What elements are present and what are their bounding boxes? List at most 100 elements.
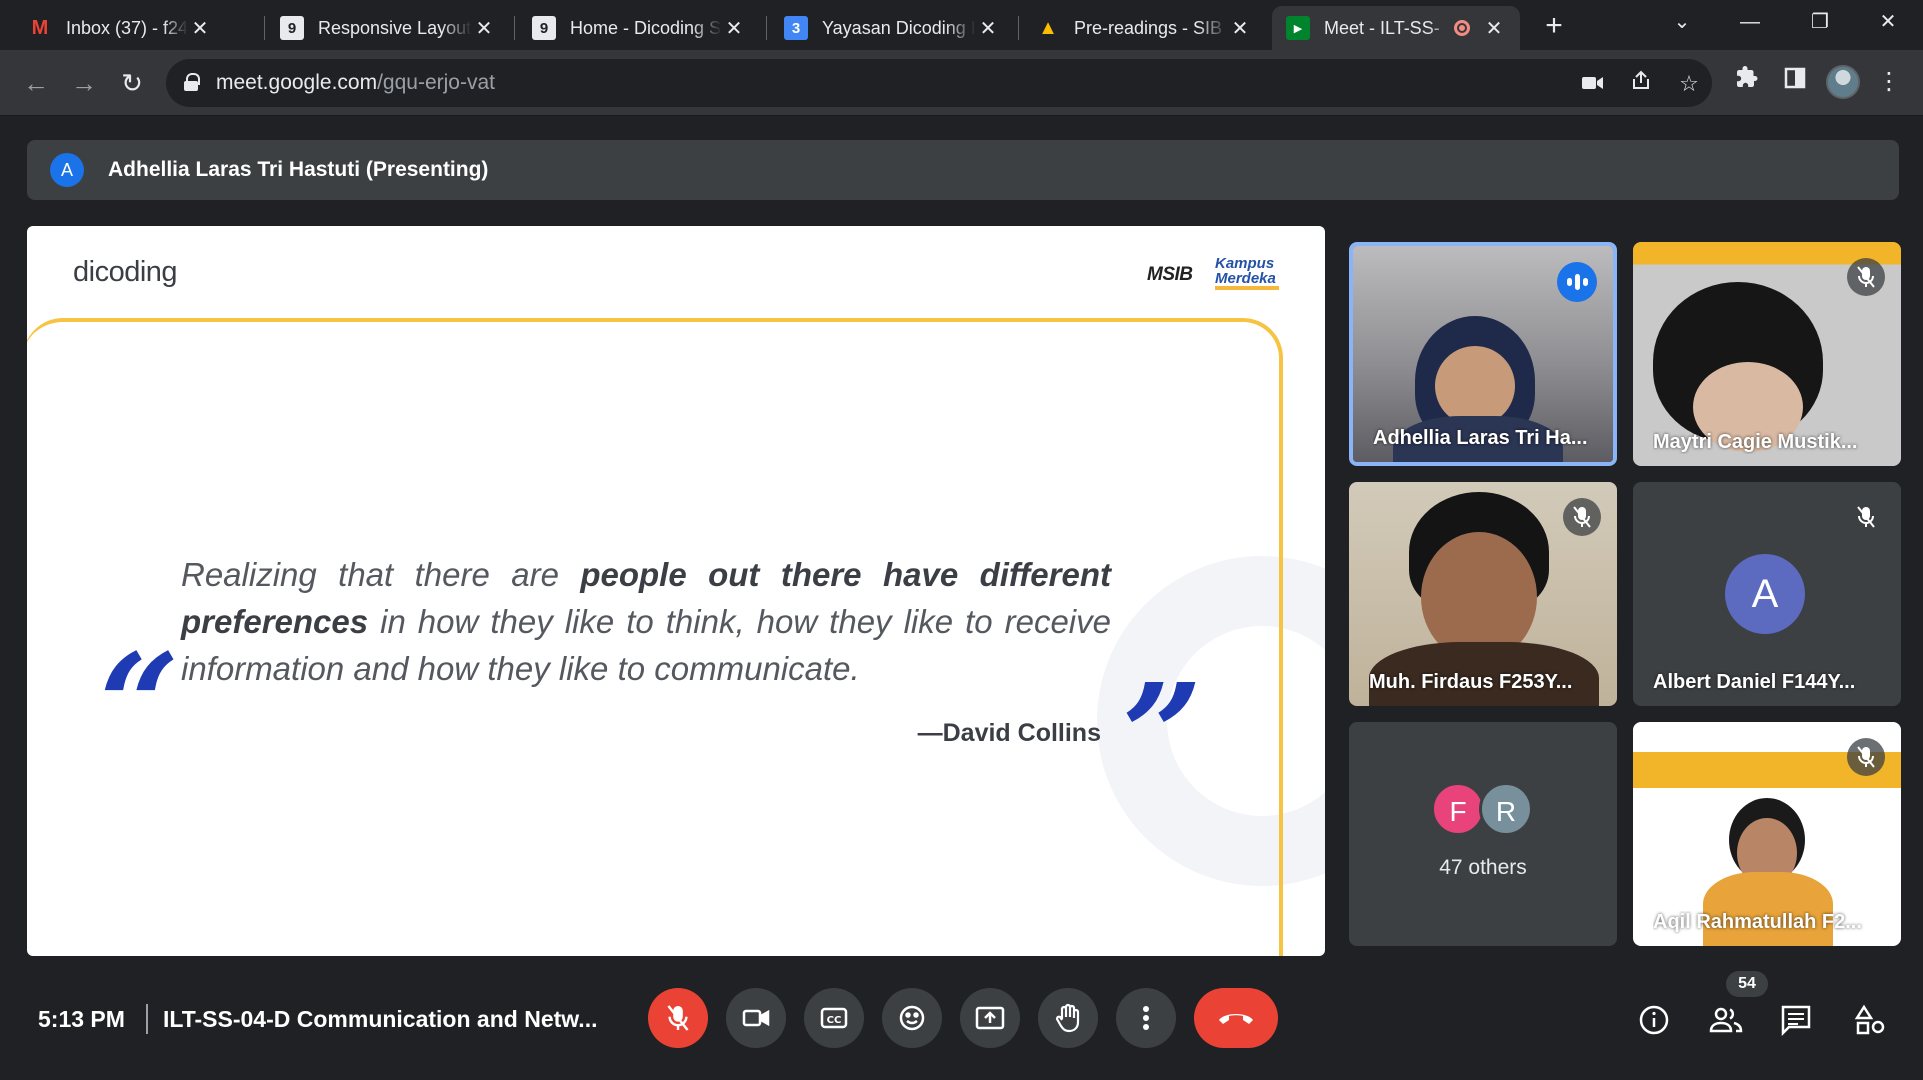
participant-tile-maytri[interactable]: Maytri Cagie Mustik...	[1633, 242, 1901, 466]
chat-button[interactable]	[1778, 1002, 1814, 1038]
profile-avatar[interactable]	[1826, 65, 1860, 99]
close-icon[interactable]: ✕	[1482, 16, 1506, 41]
people-button[interactable]	[1708, 1002, 1744, 1038]
tab-yayasan-dicoding[interactable]: 3 Yayasan Dicoding I ✕	[770, 6, 1014, 50]
restore-icon[interactable]: ❐	[1790, 0, 1850, 44]
tab-meet[interactable]: ▶ Meet - ILT-SS- ✕	[1272, 6, 1520, 50]
tab-title: Pre-readings - SIB	[1074, 17, 1223, 38]
activities-button[interactable]	[1852, 1002, 1888, 1038]
tab-home-dicoding[interactable]: 9 Home - Dicoding S ✕	[518, 6, 760, 50]
mic-off-icon	[1847, 498, 1885, 536]
mic-off-icon	[1847, 258, 1885, 296]
microphone-toggle-button[interactable]	[648, 988, 708, 1048]
dicoding-icon: 9	[532, 16, 556, 40]
close-icon[interactable]: ✕	[976, 16, 1000, 41]
msib-logo: MSIB	[1147, 264, 1193, 285]
tab-search-chevron-icon[interactable]: ⌄	[1652, 0, 1712, 44]
kampus-merdeka-underline	[1215, 286, 1279, 290]
quote-author: —David Collins	[917, 719, 1101, 747]
extensions-puzzle-icon[interactable]	[1730, 65, 1764, 99]
closed-captions-icon: CC	[820, 1007, 848, 1029]
presenter-bar: A Adhellia Laras Tri Hastuti (Presenting…	[27, 140, 1899, 200]
tab-separator	[514, 16, 515, 40]
participant-avatar: F	[1431, 782, 1485, 836]
mic-off-icon	[1563, 498, 1601, 536]
new-tab-plus-icon[interactable]: +	[1536, 6, 1572, 46]
captions-button[interactable]: CC	[804, 988, 864, 1048]
participant-tile-albert[interactable]: A Albert Daniel F144Y...	[1633, 482, 1901, 706]
participant-name: Muh. Firdaus F253Y...	[1369, 671, 1573, 693]
close-icon[interactable]: ✕	[472, 16, 496, 41]
tab-separator	[766, 16, 767, 40]
tab-title: Responsive Layout	[318, 17, 472, 38]
lock-icon[interactable]	[184, 73, 200, 91]
tab-separator	[264, 16, 265, 40]
back-arrow-icon[interactable]: ←	[16, 63, 56, 103]
calendar-icon: 3	[784, 16, 808, 40]
participant-avatar: R	[1479, 782, 1533, 836]
tab-title: Inbox (37) - f247ya	[66, 17, 188, 38]
close-icon[interactable]: ✕	[1228, 16, 1252, 41]
reactions-button[interactable]	[882, 988, 942, 1048]
participant-tile-aqil[interactable]: Aqil Rahmatullah F2...	[1633, 722, 1901, 946]
presenter-avatar: A	[50, 153, 84, 187]
meeting-details-button[interactable]	[1636, 1002, 1672, 1038]
forward-arrow-icon[interactable]: →	[64, 63, 104, 103]
participant-name: Albert Daniel F144Y...	[1653, 671, 1856, 693]
svg-text:CC: CC	[827, 1015, 842, 1026]
meeting-controls-bar: 5:13 PM ILT-SS-04-D Communication and Ne…	[0, 960, 1923, 1080]
presenter-name: Adhellia Laras Tri Hastuti (Presenting)	[108, 158, 489, 181]
tab-separator	[1018, 16, 1019, 40]
close-icon[interactable]: ✕	[188, 16, 212, 41]
divider	[146, 1004, 148, 1034]
hand-icon	[1055, 1003, 1080, 1033]
others-tile[interactable]: F R 47 others	[1349, 722, 1617, 946]
meeting-time: 5:13 PM	[38, 1006, 125, 1032]
participant-avatar: A	[1725, 554, 1805, 634]
mic-off-icon	[667, 1005, 689, 1031]
raise-hand-button[interactable]	[1038, 988, 1098, 1048]
call-end-icon	[1219, 1014, 1253, 1024]
tab-gmail[interactable]: M Inbox (37) - f247ya ✕	[14, 6, 226, 50]
bookmark-star-icon[interactable]: ☆	[1674, 69, 1704, 99]
tab-responsive-layout[interactable]: 9 Responsive Layout ✕	[266, 6, 510, 50]
reload-icon[interactable]: ↻	[112, 63, 152, 103]
gmail-icon: M	[31, 16, 49, 39]
camera-toggle-button[interactable]	[726, 988, 786, 1048]
browser-toolbar: ← → ↻ meet.google.com/gqu-erjo-vat ☆ ⋮	[0, 50, 1923, 116]
quote-close-mark: ”	[1122, 654, 1203, 818]
participant-tile-adhellia[interactable]: Adhellia Laras Tri Ha...	[1349, 242, 1617, 466]
window-close-icon[interactable]: ✕	[1858, 0, 1918, 44]
minimize-icon[interactable]: —	[1720, 0, 1780, 44]
slide-quote: Realizing that there are people out ther…	[181, 556, 1111, 687]
more-vert-icon[interactable]: ⋮	[1872, 65, 1906, 99]
present-now-button[interactable]	[960, 988, 1020, 1048]
address-bar[interactable]: meet.google.com/gqu-erjo-vat ☆	[166, 59, 1712, 107]
quote-open-mark: “	[99, 624, 180, 788]
tab-title: Home - Dicoding S	[570, 17, 722, 38]
kampus-merdeka-logo: Kampus Merdeka	[1215, 255, 1276, 287]
camera-icon[interactable]	[1578, 69, 1608, 99]
tab-pre-readings[interactable]: ▲ Pre-readings - SIB ✕	[1022, 6, 1266, 50]
meeting-title: ILT-SS-04-D Communication and Netw...	[163, 1006, 598, 1032]
tab-title: Yayasan Dicoding I	[822, 17, 976, 38]
share-icon[interactable]	[1626, 69, 1656, 99]
side-panel-icon[interactable]	[1778, 65, 1812, 99]
people-icon	[1709, 1007, 1743, 1033]
participant-tile-firdaus[interactable]: Muh. Firdaus F253Y...	[1349, 482, 1617, 706]
close-icon[interactable]: ✕	[722, 16, 746, 41]
speaking-indicator-icon	[1557, 262, 1597, 302]
url-text: meet.google.com/gqu-erjo-vat	[216, 71, 495, 94]
participant-name: Maytri Cagie Mustik...	[1653, 431, 1858, 453]
emoji-icon	[899, 1005, 925, 1031]
presentation-slide: dicoding MSIB Kampus Merdeka “ Realizing …	[27, 226, 1325, 956]
mic-off-icon	[1847, 738, 1885, 776]
tab-strip: M Inbox (37) - f247ya ✕ 9 Responsive Lay…	[0, 0, 1923, 50]
participant-name: Adhellia Laras Tri Ha...	[1373, 427, 1588, 449]
more-options-button[interactable]	[1116, 988, 1176, 1048]
videocam-icon	[742, 1009, 770, 1027]
dicoding-icon: 9	[280, 16, 304, 40]
more-vert-icon	[1143, 1006, 1149, 1030]
participant-count-badge: 54	[1726, 971, 1768, 997]
leave-call-button[interactable]	[1194, 988, 1278, 1048]
